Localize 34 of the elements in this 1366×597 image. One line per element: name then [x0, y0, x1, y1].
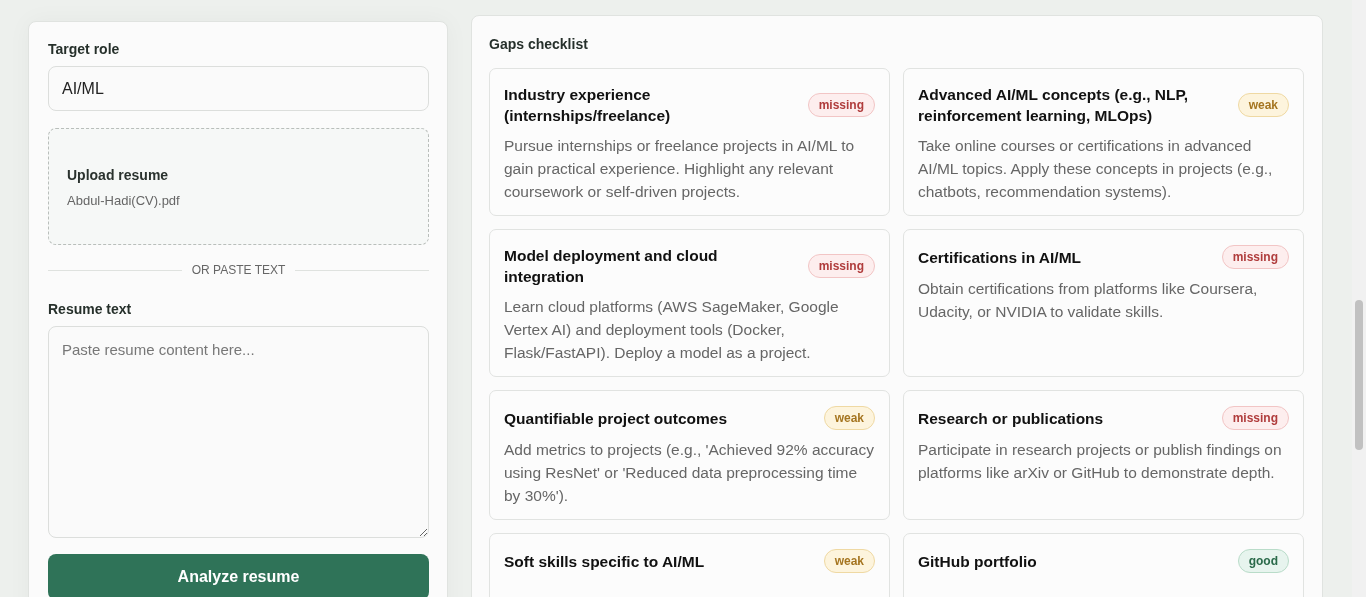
gap-title: Soft skills specific to AI/ML	[504, 551, 705, 572]
status-badge: weak	[1237, 93, 1289, 117]
gap-description: Obtain certifications from platforms like Coursera, Udacity, or NVIDIA to validate skills.	[918, 279, 1259, 322]
upload-title: Upload resume	[67, 167, 170, 183]
status-badge: missing	[807, 93, 875, 117]
upload-dropzone[interactable]: Upload resume Abdul-Hadi(CV).pdf	[48, 128, 429, 245]
analyze-button[interactable]: Analyze resume	[48, 554, 429, 597]
gap-description: Add metrics to projects (e.g., 'Achieved 92% accuracy using ResNet' or 'Reduced data preprocessing time by 30%').	[504, 440, 875, 506]
status-badge: weak	[823, 406, 875, 430]
status-badge: missing	[807, 254, 875, 278]
scrollbar[interactable]	[1352, 0, 1366, 597]
status-badge: weak	[823, 549, 875, 573]
scrollbar-thumb[interactable]	[1355, 300, 1363, 450]
gap-description: Participate in research projects or publish findings on platforms like arXiv or GitHub to demonstrate depth.	[918, 440, 1283, 483]
gap-title: Advanced AI/ML concepts (e.g., NLP, reinforcement learning, MLOps)	[918, 85, 1190, 126]
role-input-field[interactable]: AI/ML	[48, 66, 429, 111]
resume-text-field[interactable]: Paste resume content here...	[48, 326, 429, 538]
gap-title: GitHub portfolio	[918, 551, 1037, 572]
panel-title: Gaps checklist	[489, 36, 589, 52]
status-badge: good	[1237, 549, 1289, 573]
gap-title: Industry experience (internships/freelance)	[504, 85, 672, 126]
gap-description: Pursue internships or freelance projects in AI/ML to gain practical experience. Highlight any relevant coursework or self-driven projects.	[504, 136, 856, 202]
gap-title: Model deployment and cloud integration	[504, 246, 719, 287]
status-badge: missing	[1221, 406, 1289, 430]
field-label: Resume text	[48, 301, 133, 317]
gap-description: Take online courses or certifications in advanced AI/ML topics. Apply these concepts in projects (e.g., chatbots, recommendation systems).	[918, 136, 1274, 202]
divider-text: OR PASTE TEXT	[191, 263, 286, 277]
field-label: Target role	[48, 41, 121, 57]
gap-title: Quantifiable project outcomes	[504, 408, 728, 429]
gap-title: Research or publications	[918, 408, 1104, 429]
gap-title: Certifications in AI/ML	[918, 247, 1082, 268]
status-badge: missing	[1221, 245, 1289, 269]
gap-description: Learn cloud platforms (AWS SageMaker, Google Vertex AI) and deployment tools (Docker, Flask/FastAPI). Deploy a model as a project.	[504, 297, 840, 363]
file-name: Abdul-Hadi(CV).pdf	[67, 193, 181, 208]
